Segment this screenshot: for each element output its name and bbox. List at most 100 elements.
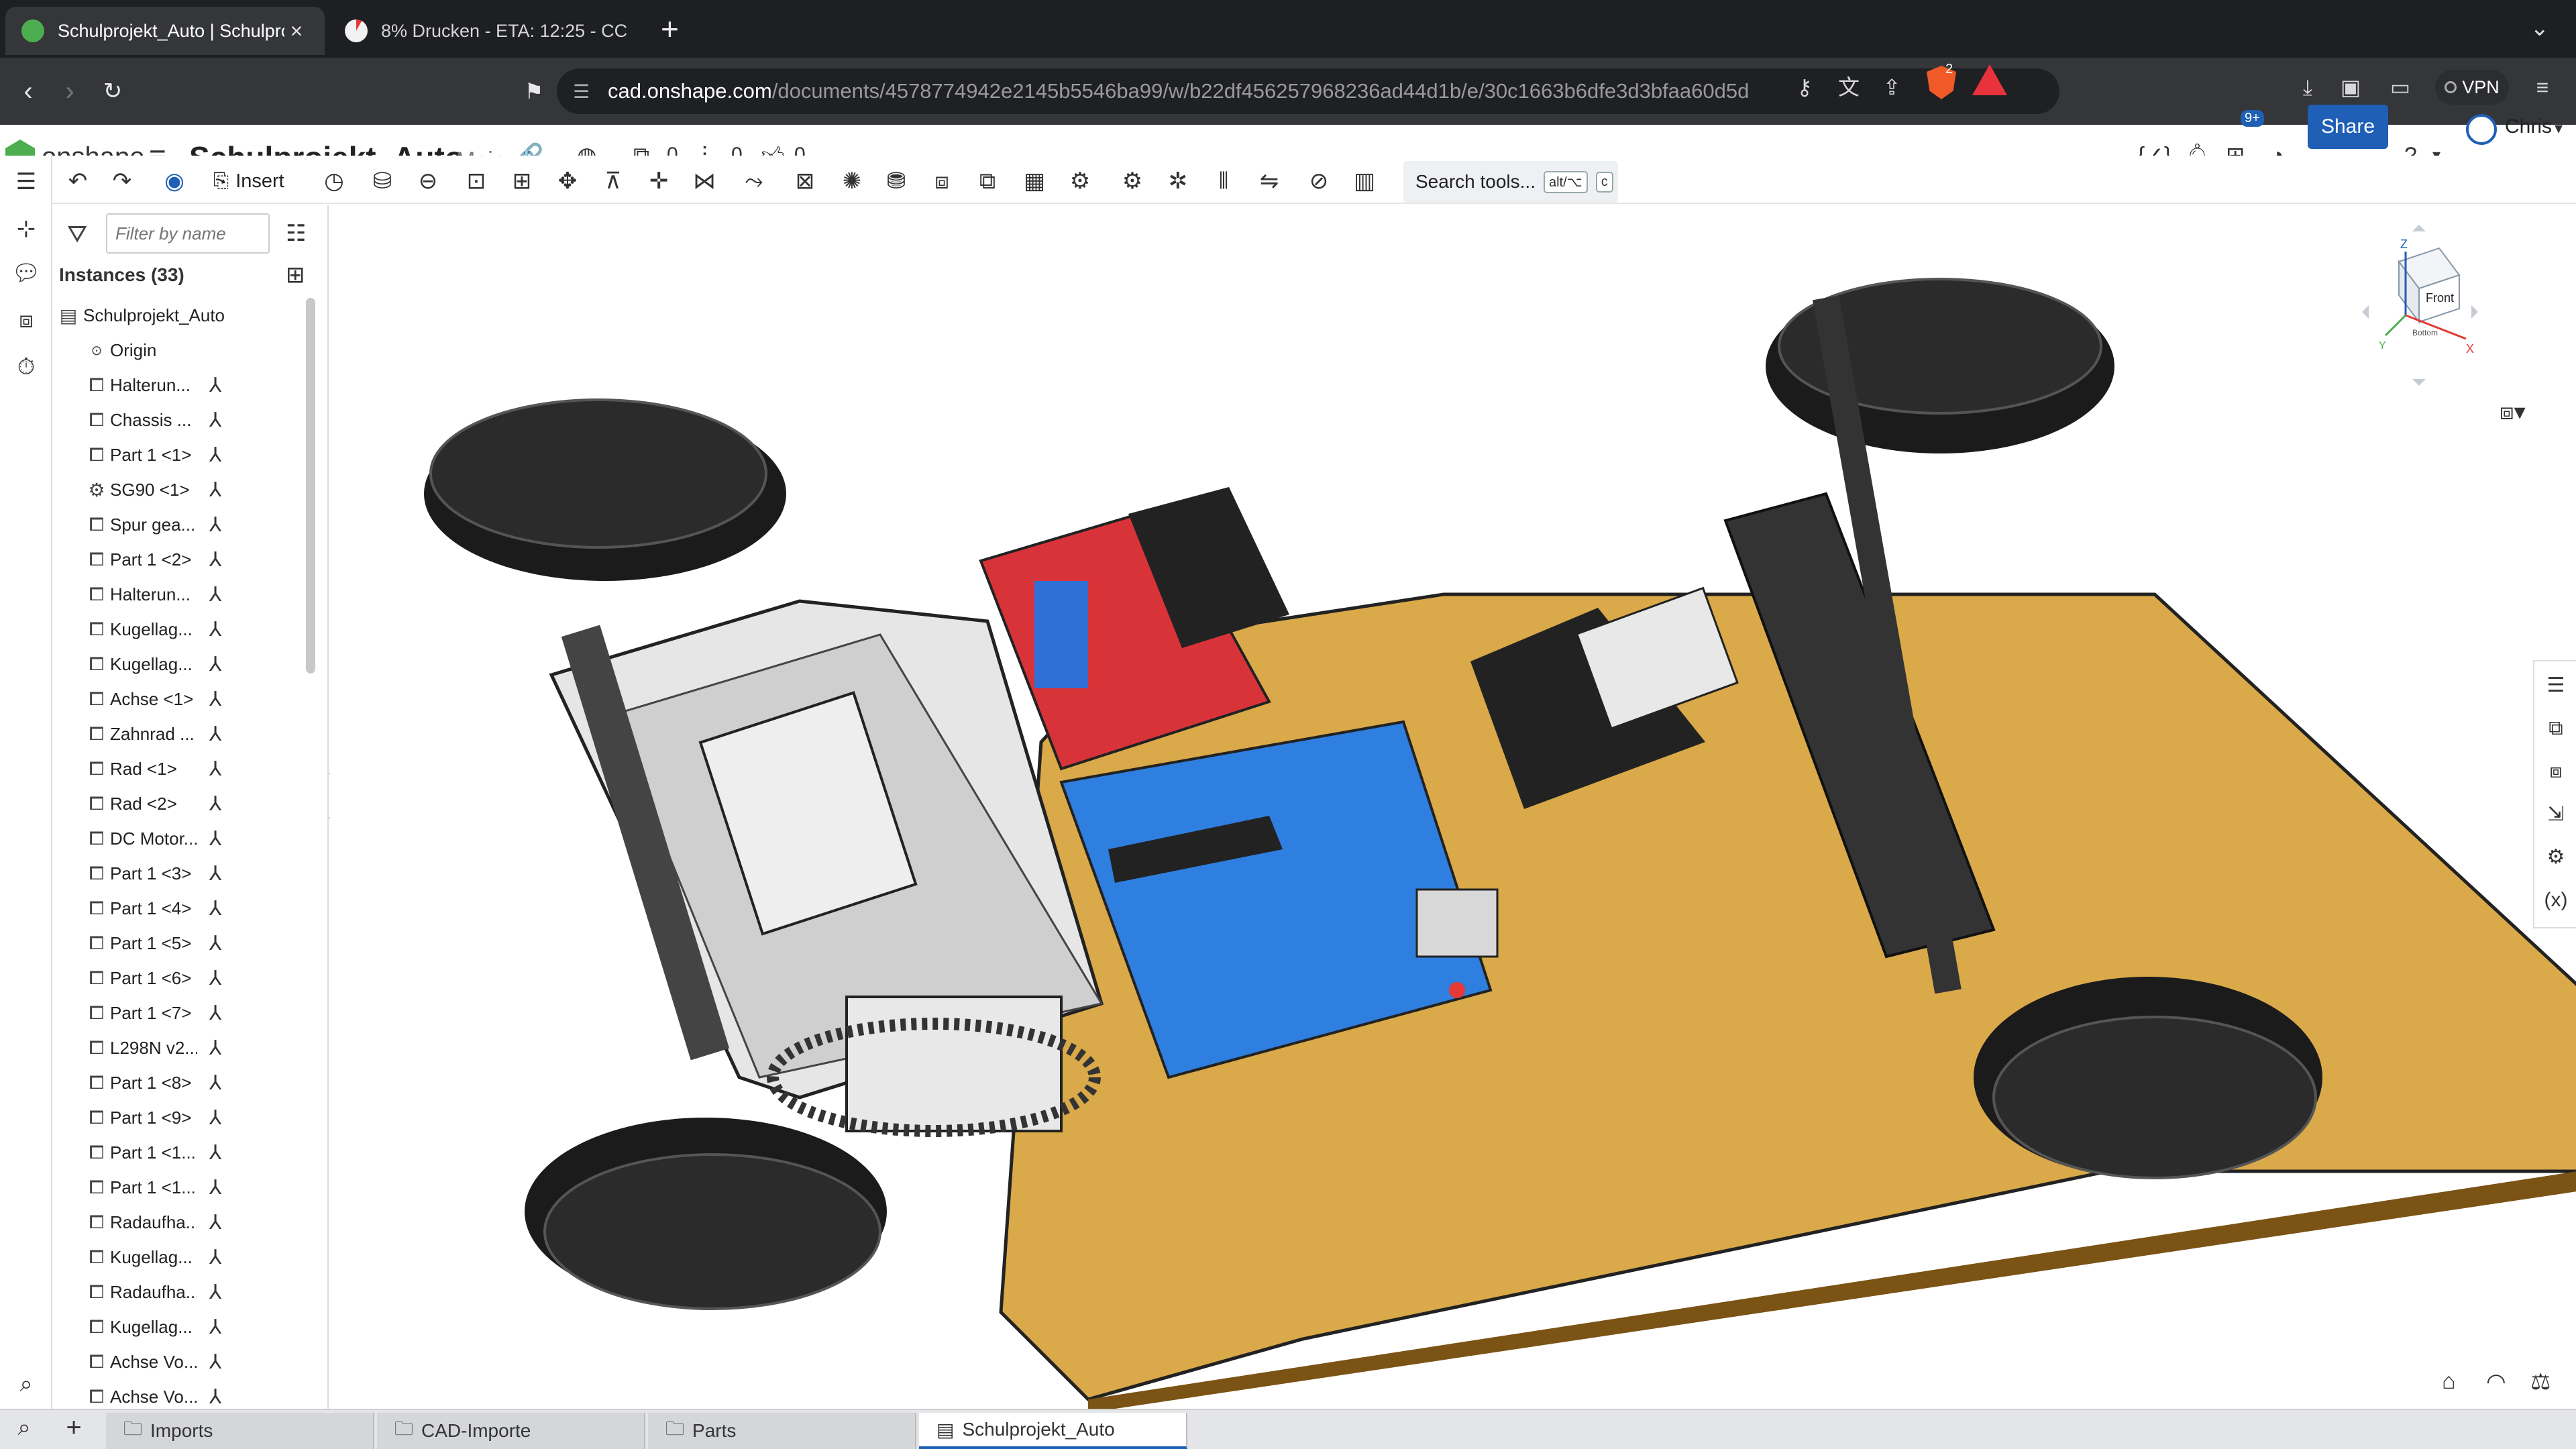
slider-mate-icon[interactable]: ⊡ <box>459 165 494 197</box>
mate-status-icon[interactable]: ⅄ <box>209 583 221 606</box>
mate-status-icon[interactable]: ⅄ <box>209 792 221 816</box>
pin-slot-mate-icon[interactable]: ✥ <box>550 165 585 197</box>
list-item[interactable]: ⧠ Rad <1> ⅄ <box>54 751 309 786</box>
list-item[interactable]: ⧠ Radaufha... ⅄ <box>54 1275 309 1309</box>
mate-status-icon[interactable]: ⅄ <box>209 653 221 676</box>
mate-status-icon[interactable]: ⅄ <box>209 1002 221 1025</box>
list-item[interactable]: ⧠ Part 1 <9> ⅄ <box>54 1100 309 1135</box>
forward-icon[interactable]: › <box>51 72 89 110</box>
vpn-button[interactable]: VPN <box>2435 70 2509 105</box>
wheel-rear-left[interactable] <box>424 398 786 581</box>
rotate-left-icon[interactable] <box>2362 305 2369 319</box>
mate-status-icon[interactable]: ⅄ <box>209 862 221 885</box>
site-settings-icon[interactable]: ☰ <box>573 80 600 103</box>
search-icon[interactable]: ⌕ <box>9 1367 43 1401</box>
search-tools-button[interactable]: Search tools... alt/⌥ c <box>1403 161 1618 203</box>
mate-status-icon[interactable]: ⅄ <box>209 1350 221 1374</box>
user-name[interactable]: Chris <box>2505 115 2552 138</box>
sidebar-icon[interactable]: ▣ <box>2330 67 2371 107</box>
parts-icon[interactable]: ⧈ <box>9 303 43 337</box>
mate-connector-icon[interactable]: ✺ <box>835 165 869 197</box>
menu-icon[interactable]: ≡ <box>2522 67 2563 107</box>
list-item[interactable]: ⧠ Part 1 <7> ⅄ <box>54 996 309 1030</box>
close-tab-icon[interactable]: × <box>284 19 309 44</box>
list-item[interactable]: ⧠ Zahnrad ... ⅄ <box>54 716 309 751</box>
list-item[interactable]: ⧠ Spur gea... ⅄ <box>54 507 309 542</box>
mate-status-icon[interactable]: ⅄ <box>209 897 221 920</box>
section-view-icon[interactable]: ▥ <box>1347 165 1382 197</box>
linear-pattern-icon[interactable]: ⧈ <box>924 165 959 197</box>
named-views-icon[interactable]: ⌂ <box>2442 1368 2456 1395</box>
tab-list-chevron-icon[interactable]: ⌄ <box>2530 15 2550 42</box>
appearance-icon[interactable]: ⧉ <box>2541 714 2571 743</box>
list-item[interactable]: ⧠ Kugellag... ⅄ <box>54 1240 309 1275</box>
new-tab-button[interactable]: + <box>661 13 679 44</box>
mate-status-icon[interactable]: ⅄ <box>209 688 221 711</box>
list-item[interactable]: ⚙ SG90 <1> ⅄ <box>54 472 309 507</box>
comments-icon[interactable]: 💬︎ <box>9 256 43 290</box>
list-item[interactable]: ⧠ Achse <1> ⅄ <box>54 682 309 716</box>
ball-mate-icon[interactable]: ✛ <box>641 165 676 197</box>
bom-icon[interactable]: ⧈ <box>2541 757 2571 786</box>
insert-button[interactable]: ⎘ Insert <box>213 165 284 197</box>
mass-properties-icon[interactable]: ⇲ <box>2541 800 2571 829</box>
mate-status-icon[interactable]: ⅄ <box>209 1281 221 1304</box>
mate-status-icon[interactable]: ⅄ <box>209 618 221 641</box>
rotate-right-icon[interactable] <box>2471 305 2478 319</box>
mate-status-icon[interactable]: ⅄ <box>209 1106 221 1130</box>
rotate-up-icon[interactable] <box>2412 225 2426 231</box>
wheel-rear-right[interactable] <box>525 1118 887 1310</box>
user-chevron-down-icon[interactable]: ▾ <box>2555 115 2563 142</box>
mate-status-icon[interactable]: ⅄ <box>209 1316 221 1339</box>
avatar[interactable] <box>2466 114 2497 145</box>
tab-imports[interactable]: 🗀 Imports <box>106 1413 374 1449</box>
tree-root[interactable]: ▤ Schulprojekt_Auto <box>54 298 309 333</box>
list-item[interactable]: ⧠ Part 1 <1... ⅄ <box>54 1135 309 1170</box>
view-cube[interactable]: Front Bottom Z X Y <box>2359 221 2479 389</box>
planar-mate-icon[interactable]: ⊼ <box>596 165 631 197</box>
display-mode-icon[interactable]: ◠ <box>2486 1368 2506 1395</box>
back-icon[interactable]: ‹ <box>9 72 47 110</box>
list-item[interactable]: ⧠ Achse Vo... ⅄ <box>54 1344 309 1379</box>
reload-icon[interactable]: ↻ <box>94 72 131 110</box>
list-item[interactable]: ⧠ Halterun... ⅄ <box>54 577 309 612</box>
mate-status-icon[interactable]: ⅄ <box>209 548 221 572</box>
list-item[interactable]: ⧠ L298N v2... ⅄ <box>54 1030 309 1065</box>
mate-status-icon[interactable]: ⅄ <box>209 1141 221 1165</box>
browser-tab-onshape[interactable]: Schulprojekt_Auto | Schulproje × <box>5 7 325 55</box>
mate-status-icon[interactable]: ⅄ <box>209 827 221 851</box>
feature-list-icon[interactable]: ☰ <box>9 165 43 199</box>
mate-status-icon[interactable]: ⅄ <box>209 478 221 502</box>
list-view-icon[interactable]: ☷ <box>286 220 306 247</box>
properties-icon[interactable]: ☰ <box>2541 671 2571 700</box>
list-item[interactable]: ⧠ Part 1 <1> ⅄ <box>54 437 309 472</box>
rotate-down-icon[interactable] <box>2412 379 2426 386</box>
list-item[interactable]: ⧠ Rad <2> ⅄ <box>54 786 309 821</box>
share-button[interactable]: Share <box>2308 105 2388 149</box>
mate-status-icon[interactable]: ⅄ <box>209 443 221 467</box>
search-tabs-icon[interactable]: ⌕ <box>7 1411 42 1444</box>
circular-pattern-icon[interactable]: ⧉ <box>970 165 1005 197</box>
render-icon[interactable]: ◉ <box>157 165 192 197</box>
filter-input[interactable] <box>106 213 270 254</box>
list-item[interactable]: ⧠ Kugellag... ⅄ <box>54 1309 309 1344</box>
view-options-icon[interactable]: ⧈▾ <box>2500 398 2526 425</box>
list-item[interactable]: ⧠ Part 1 <4> ⅄ <box>54 891 309 926</box>
list-item[interactable]: ⧠ Part 1 <2> ⅄ <box>54 542 309 577</box>
list-item[interactable]: ⧠ Radaufha... ⅄ <box>54 1205 309 1240</box>
cylindrical-mate-icon[interactable]: ⊞ <box>504 165 539 197</box>
mate-status-icon[interactable]: ⅄ <box>209 1176 221 1199</box>
brave-rewards-icon[interactable] <box>1972 64 2007 95</box>
list-item[interactable]: ⧠ Kugellag... ⅄ <box>54 612 309 647</box>
list-item[interactable]: ⧠ Part 1 <8> ⅄ <box>54 1065 309 1100</box>
configurations-icon[interactable]: ⚙ <box>2541 843 2571 872</box>
history-icon[interactable]: ◷ <box>317 165 352 197</box>
panel-scrollbar[interactable] <box>306 298 315 674</box>
variables-icon[interactable]: (x) <box>2541 885 2571 915</box>
wheel-front-right[interactable] <box>1974 977 2322 1179</box>
mate-status-icon[interactable]: ⅄ <box>209 409 221 432</box>
list-item[interactable]: ⧠ Chassis ... ⅄ <box>54 402 309 437</box>
mate-status-icon[interactable]: ⅄ <box>209 757 221 781</box>
key-icon[interactable]: ⚷ <box>1784 67 1825 107</box>
list-item[interactable]: ⧠ Part 1 <5> ⅄ <box>54 926 309 961</box>
